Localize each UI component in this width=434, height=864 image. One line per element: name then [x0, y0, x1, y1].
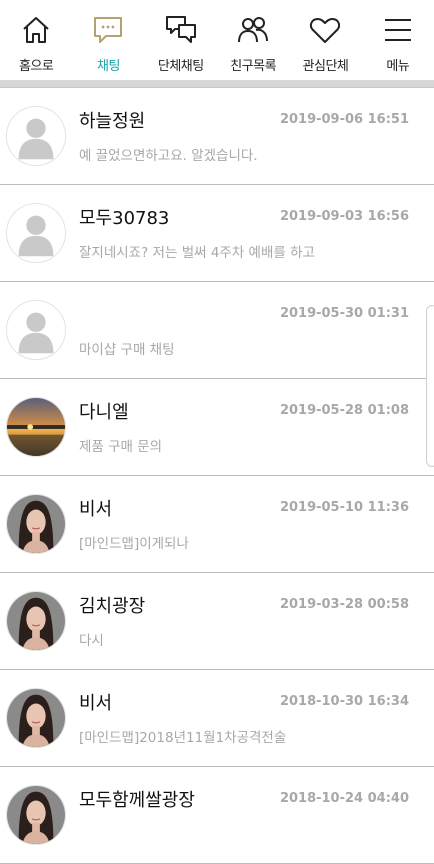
chat-time: 2019-03-28 00:58	[279, 597, 409, 612]
avatar	[6, 397, 66, 457]
chat-name: 모두30783	[79, 208, 170, 229]
chat-time: 2019-09-03 16:56	[279, 209, 409, 224]
avatar	[6, 494, 66, 554]
chat-bubble-icon	[94, 17, 123, 43]
nav-divider	[0, 80, 434, 88]
chat-time: 2019-09-06 16:51	[279, 112, 409, 127]
nav-label: 홈으로	[18, 59, 54, 74]
chat-name: 비서	[79, 499, 113, 520]
nav-group-chat[interactable]: 단체채팅	[145, 0, 217, 80]
chat-list-item[interactable]: 비서 2018-10-30 16:34 [마인드맵]2018년11월1차공격전술	[0, 670, 434, 767]
chat-time: 2019-05-30 01:31	[279, 306, 409, 321]
nav-label: 친구목록	[230, 59, 277, 74]
avatar	[6, 688, 66, 748]
chat-list-item[interactable]: 모두30783 2019-09-03 16:56 잘지네시죠? 저는 벌써 4주…	[0, 185, 434, 282]
chat-preview: 잘지네시죠? 저는 벌써 4주차 예배를 하고	[79, 245, 315, 261]
nav-label: 채팅	[97, 59, 120, 74]
nav-favorite-groups[interactable]: 관심단체	[289, 0, 361, 80]
chat-name: 비서	[79, 693, 113, 714]
chat-list-item[interactable]: 비서 2019-05-10 11:36 [마인드맵]이게되나	[0, 476, 434, 573]
chat-list-item[interactable]: 김치광장 2019-03-28 00:58 다시	[0, 573, 434, 670]
chat-preview: 다시	[79, 633, 104, 649]
chat-name: 다니엘	[79, 402, 129, 423]
avatar	[6, 591, 66, 651]
nav-menu[interactable]: 메뉴	[362, 0, 434, 80]
group-chat-icon	[165, 16, 196, 43]
chat-name: 하늘정원	[79, 111, 146, 132]
chat-preview: [마인드맵]2018년11월1차공격전술	[79, 730, 287, 746]
chat-list: 하늘정원 2019-09-06 16:51 예 끌었으면하고요. 알겠습니다. …	[0, 88, 434, 864]
avatar	[6, 203, 66, 263]
chat-name: 김치광장	[79, 596, 146, 617]
nav-label: 관심단체	[302, 59, 349, 74]
friends-icon	[238, 17, 269, 43]
home-icon	[23, 17, 49, 43]
scrollbar-handle[interactable]	[426, 305, 434, 467]
chat-preview: 제품 구매 문의	[79, 439, 163, 455]
avatar	[6, 106, 66, 166]
nav-label: 단체채팅	[157, 59, 204, 74]
chat-preview: [마인드맵]이게되나	[79, 536, 189, 552]
chat-list-item[interactable]: 다니엘 2019-05-28 01:08 제품 구매 문의	[0, 379, 434, 476]
chat-list-item[interactable]: 모두함께쌀광장 2018-10-24 04:40	[0, 767, 434, 864]
chat-preview: 예 끌었으면하고요. 알겠습니다.	[79, 148, 258, 164]
nav-home[interactable]: 홈으로	[0, 0, 72, 80]
chat-list-item[interactable]: 2019-05-30 01:31 마이샵 구매 채팅	[0, 282, 434, 379]
chat-name: 모두함께쌀광장	[79, 790, 195, 811]
avatar	[6, 785, 66, 845]
nav-chat[interactable]: 채팅	[72, 0, 144, 80]
chat-time: 2018-10-30 16:34	[279, 694, 409, 709]
chat-time: 2018-10-24 04:40	[279, 791, 409, 806]
chat-time: 2019-05-10 11:36	[279, 500, 409, 515]
top-navigation: 홈으로 채팅 단체채팅 친구목록 관심단체 메뉴	[0, 0, 434, 80]
chat-list-item[interactable]: 하늘정원 2019-09-06 16:51 예 끌었으면하고요. 알겠습니다.	[0, 88, 434, 185]
chat-preview: 마이샵 구매 채팅	[79, 342, 175, 358]
nav-friends[interactable]: 친구목록	[217, 0, 289, 80]
avatar	[6, 300, 66, 360]
nav-label: 메뉴	[386, 59, 410, 74]
heart-icon	[310, 18, 341, 43]
hamburger-menu-icon	[384, 19, 411, 41]
chat-time: 2019-05-28 01:08	[279, 403, 409, 418]
